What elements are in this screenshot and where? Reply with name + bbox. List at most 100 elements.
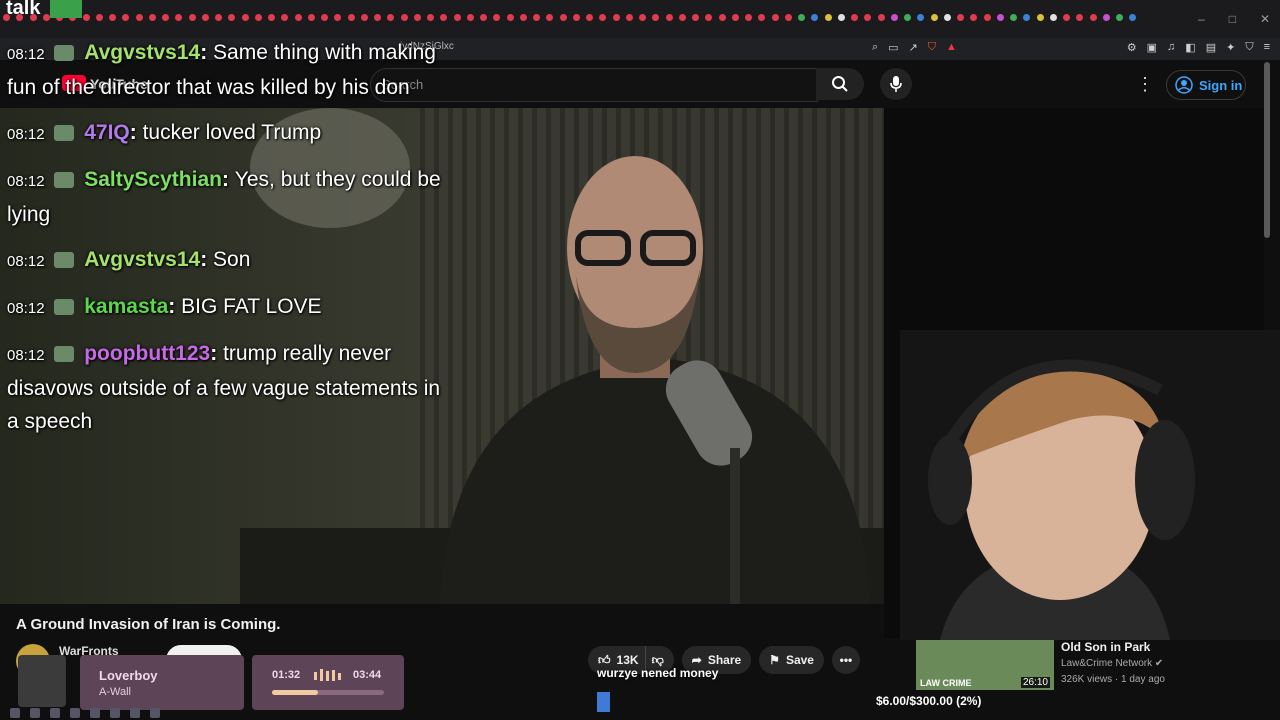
browser-tab[interactable] [201,14,209,21]
browser-tab[interactable] [1010,14,1018,21]
browser-tab[interactable] [546,14,554,21]
browser-tab[interactable] [811,14,819,21]
brave-shield-icon[interactable]: ⛉ [928,41,936,54]
music-icon[interactable]: ♫ [1167,41,1175,54]
screen-icon[interactable]: ▭ [888,41,898,54]
browser-tab[interactable] [877,14,885,21]
browser-tab[interactable] [837,14,845,21]
browser-tab[interactable] [798,14,806,21]
browser-tab[interactable] [135,14,143,21]
recommended-video-title[interactable]: Old Son in Park [1061,640,1150,654]
browser-tab[interactable] [930,14,938,21]
more-options-icon[interactable]: ⋮ [1136,74,1154,94]
browser-tab[interactable] [1049,14,1057,21]
browser-tab[interactable] [983,14,991,21]
browser-tab[interactable] [612,14,620,21]
browser-tab[interactable] [586,14,594,21]
browser-tab[interactable] [639,14,647,21]
browser-tab[interactable] [1023,14,1031,21]
maximize-button[interactable]: □ [1229,12,1236,26]
browser-tab[interactable] [281,14,289,21]
browser-tab[interactable] [917,14,925,21]
voice-search-button[interactable] [880,68,912,100]
browser-tab[interactable] [109,14,117,21]
more-actions-button[interactable]: ••• [831,646,860,674]
browser-tab[interactable] [453,14,461,21]
browser-tab[interactable] [1036,14,1044,21]
browser-tab[interactable] [42,14,50,21]
page-scrollbar[interactable] [1264,62,1270,238]
browser-tab[interactable] [268,14,276,21]
browser-tab[interactable] [162,14,170,21]
browser-tab[interactable] [241,14,249,21]
browser-tab[interactable] [506,14,514,21]
browser-tab[interactable] [1063,14,1071,21]
browser-tab[interactable] [307,14,315,21]
search-button[interactable] [816,68,864,100]
browser-tab[interactable] [400,14,408,21]
wallet-icon[interactable]: ✦ [1226,41,1235,54]
browser-tab[interactable] [771,14,779,21]
browser-tab[interactable] [148,14,156,21]
taskbar-app-icon[interactable] [90,708,100,718]
tabs-icon[interactable]: ▤ [1206,41,1216,54]
save-button[interactable]: ⚑ Save [759,646,824,674]
browser-tab[interactable] [440,14,448,21]
browser-tab[interactable] [572,14,580,21]
taskbar-app-icon[interactable] [70,708,80,718]
browser-tab[interactable] [559,14,567,21]
browser-tab[interactable] [466,14,474,21]
close-window-button[interactable]: ✕ [1260,12,1270,26]
browser-tab[interactable] [228,14,236,21]
browser-tab[interactable] [215,14,223,21]
browser-tab[interactable] [824,14,832,21]
sign-in-button[interactable]: Sign in [1166,70,1246,100]
browser-tab[interactable] [705,14,713,21]
taskbar-app-icon[interactable] [30,708,40,718]
browser-tab[interactable] [294,14,302,21]
browser-tab[interactable] [904,14,912,21]
browser-tab[interactable] [1116,14,1124,21]
vpn-icon[interactable]: ⛉ [1245,41,1253,54]
recommended-video-thumbnail[interactable]: LAW CRIME 26:10 [916,640,1054,690]
browser-tab[interactable] [1089,14,1097,21]
menu-icon[interactable]: ≡ [1264,41,1270,54]
browser-tab[interactable] [957,14,965,21]
browser-tab[interactable] [321,14,329,21]
browser-tab[interactable] [864,14,872,21]
brave-rewards-icon[interactable]: ▲ [946,41,957,54]
taskbar-app-icon[interactable] [50,708,60,718]
browser-tab[interactable] [851,14,859,21]
browser-tab[interactable] [95,14,103,21]
browser-tab[interactable] [374,14,382,21]
browser-tab[interactable] [1102,14,1110,21]
browser-tab[interactable] [188,14,196,21]
browser-tab[interactable] [387,14,395,21]
browser-tab[interactable] [175,14,183,21]
recommended-video-channel[interactable]: Law&Crime Network ✔ [1061,658,1163,669]
browser-tab[interactable] [692,14,700,21]
browser-tab[interactable] [745,14,753,21]
browser-tab[interactable] [82,14,90,21]
taskbar-app-icon[interactable] [130,708,140,718]
browser-tab[interactable] [413,14,421,21]
browser-tab[interactable] [970,14,978,21]
browser-tab[interactable] [718,14,726,21]
browser-tab[interactable] [427,14,435,21]
browser-tab[interactable] [599,14,607,21]
zoom-icon[interactable]: ⌕ [872,41,878,54]
browser-tab[interactable] [493,14,501,21]
share-page-icon[interactable]: ↗ [909,41,918,54]
extensions-icon[interactable]: ⚙ [1127,41,1137,54]
browser-tab[interactable] [890,14,898,21]
browser-tab[interactable] [347,14,355,21]
browser-tab[interactable] [652,14,660,21]
taskbar-app-icon[interactable] [110,708,120,718]
browser-tab[interactable] [943,14,951,21]
browser-tab[interactable] [519,14,527,21]
taskbar-app-icon[interactable] [150,708,160,718]
browser-tabs[interactable] [0,14,1140,26]
browser-tab[interactable] [731,14,739,21]
browser-tab[interactable] [784,14,792,21]
browser-tab[interactable] [758,14,766,21]
